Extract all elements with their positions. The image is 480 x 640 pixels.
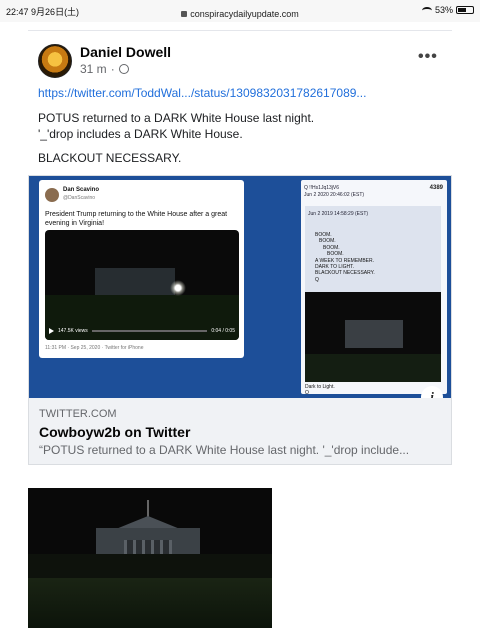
qpost-body-line: BLACKOUT NECESSARY.: [315, 270, 375, 277]
post-time[interactable]: 31 m: [80, 62, 107, 76]
video-controls: 147.5K views 0:04 / 0:05: [49, 326, 235, 336]
qpost-screenshot: Q !!Hs1Jq13jV6 Jun 2 2020 20:46:02 (EST)…: [301, 180, 447, 394]
white-house-dark: [95, 268, 175, 298]
post-meta: 31 m ·: [80, 62, 129, 76]
video-progress: [91, 330, 208, 332]
lock-icon: [181, 11, 188, 17]
globe-icon: [118, 64, 129, 74]
play-icon: [49, 328, 54, 334]
status-indicators: 53%: [421, 5, 474, 15]
address-url: conspiracydailyupdate.com: [190, 9, 299, 19]
preview-image[interactable]: Dan Scavino @DanScavino President Trump …: [29, 176, 451, 398]
qpost-date: Jun 2 2020 20:46:02 (EST): [304, 192, 365, 198]
flag-pole: [147, 500, 149, 517]
qpost-quote-date: Jun 2 2019 14:58:29 (EST): [308, 211, 369, 217]
address-bar[interactable]: conspiracydailyupdate.com: [0, 9, 480, 19]
qpost-caption: Dark to Light. Q: [305, 384, 335, 394]
qpost-photo: [305, 292, 441, 382]
qpost-number: 4389: [429, 185, 443, 191]
qpost-body: BOOM. BOOM. BOOM. BOOM. A WEEK TO REMEMB…: [315, 232, 375, 283]
preview-footer[interactable]: TWITTER.COM Cowboyw2b on Twitter “POTUS …: [29, 398, 451, 464]
tweet-handle: @DanScavino: [63, 195, 96, 201]
video-duration: 0:04 / 0:05: [211, 328, 235, 334]
video-views: 147.5K views: [58, 328, 88, 334]
post-text-line: BLACKOUT NECESSARY.: [38, 151, 182, 165]
divider: [28, 30, 452, 31]
battery-percent: 53%: [434, 5, 453, 15]
tweet-avatar: [45, 188, 59, 202]
lawn: [28, 578, 272, 628]
author-name[interactable]: Daniel Dowell: [80, 44, 171, 60]
lawn: [305, 354, 441, 382]
tweet-author: Dan Scavino: [63, 187, 100, 193]
post-text-line: '_'drop includes a DARK White House.: [38, 127, 243, 141]
battery-icon: [456, 6, 474, 14]
white-house-dark: [345, 320, 403, 348]
qpost-header: Q !!Hs1Jq13jV6: [304, 185, 340, 191]
preview-description: “POTUS returned to a DARK White House la…: [39, 443, 410, 457]
preview-domain: TWITTER.COM: [39, 408, 117, 420]
post-text-line: POTUS returned to a DARK White House las…: [38, 111, 315, 125]
post-link[interactable]: https://twitter.com/ToddWal.../status/13…: [38, 86, 366, 100]
preview-title[interactable]: Cowboyw2b on Twitter: [39, 424, 190, 440]
status-bar: 22:47 9月26日(土) conspiracydailyupdate.com…: [0, 0, 480, 22]
tweet-date: 11:31 PM · Sep 25, 2020 · Twitter for iP…: [45, 345, 144, 351]
light-flare: [170, 280, 186, 296]
link-preview[interactable]: Dan Scavino @DanScavino President Trump …: [28, 175, 452, 465]
tweet-screenshot: Dan Scavino @DanScavino President Trump …: [39, 180, 244, 358]
qpost-body-line: Q: [315, 276, 319, 283]
more-options-icon[interactable]: •••: [418, 48, 438, 66]
author-avatar[interactable]: [38, 44, 72, 78]
tweet-video: 147.5K views 0:04 / 0:05: [45, 230, 239, 340]
tweet-text: President Trump returning to the White H…: [45, 211, 228, 227]
wifi-icon: [421, 6, 432, 14]
white-house-photo[interactable]: [28, 488, 272, 628]
tree-line: [28, 554, 272, 578]
